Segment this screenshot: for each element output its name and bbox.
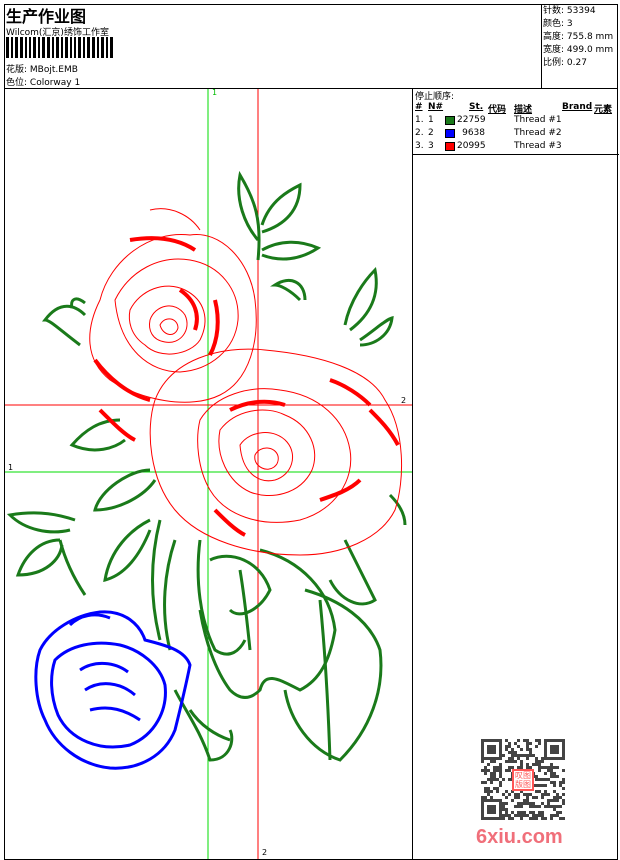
guide-label-top: 1: [212, 88, 218, 97]
guide-label-bottom: 2: [262, 848, 268, 857]
embroidery-design: [5, 89, 412, 859]
qr-code: 叹图版图: [481, 739, 565, 821]
stamp-logo: 叹图版图: [512, 769, 534, 791]
watermark-6xiu: 6xiu.com: [476, 826, 563, 848]
roses-red: [89, 208, 402, 556]
guide-label-left: 1: [8, 463, 14, 472]
guide-lines: [5, 89, 412, 859]
guide-label-right: 2: [401, 396, 407, 405]
